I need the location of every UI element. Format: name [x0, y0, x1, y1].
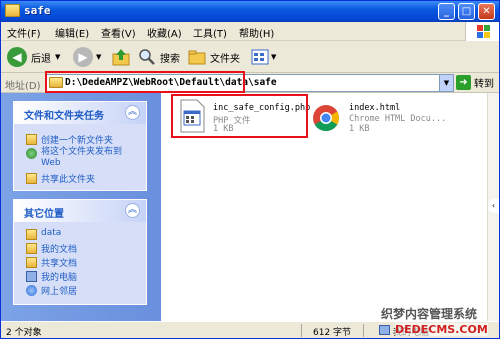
place-shared-documents-label: 共享文档	[41, 259, 78, 269]
forward-arrow-icon: ▶	[73, 47, 93, 67]
computer-icon	[379, 325, 390, 335]
search-button[interactable]: 搜索	[137, 45, 180, 69]
place-my-computer-label: 我的电脑	[41, 273, 78, 283]
menu-tools[interactable]: 工具(T)	[193, 25, 227, 40]
place-data[interactable]: data	[26, 228, 61, 240]
minimize-button[interactable]: _	[438, 3, 455, 20]
views-button[interactable]: ▼	[251, 45, 276, 69]
other-places-header[interactable]: 其它位置 ︽	[14, 200, 146, 222]
watermark-url: DEDECMS.COM	[395, 323, 488, 336]
windows-logo-icon	[465, 22, 499, 41]
menu-view[interactable]: 查看(V)	[101, 25, 136, 40]
file-tasks-header[interactable]: 文件和文件夹任务 ︽	[14, 102, 146, 124]
task-publish-label: 将这个文件夹发布到 Web	[41, 147, 123, 168]
folder-icon	[5, 4, 20, 17]
views-icon	[251, 49, 269, 65]
file-list: inc_safe_config.php PHP 文件 1 KB index.ht…	[161, 93, 487, 321]
title-bar[interactable]: safe _ □ ✕	[1, 1, 499, 22]
place-my-documents[interactable]: 我的文档	[26, 242, 77, 255]
collapse-icon[interactable]: ︽	[125, 105, 140, 120]
status-object-count: 2 个对象	[6, 328, 42, 338]
collapse-icon[interactable]: ︽	[125, 203, 140, 218]
search-icon	[139, 49, 155, 65]
globe-icon	[26, 148, 37, 159]
status-size: 612 字节	[313, 328, 352, 338]
task-share-label: 共享此文件夹	[41, 175, 96, 185]
folders-button[interactable]: 文件夹	[187, 45, 240, 69]
go-button[interactable]: ➜ 转到	[456, 75, 494, 90]
forward-button[interactable]: ▶ ▼	[73, 45, 101, 69]
status-divider	[301, 324, 302, 337]
back-label: 后退	[31, 53, 51, 65]
menu-bar: 文件(F) 编辑(E) 查看(V) 收藏(A) 工具(T) 帮助(H)	[1, 22, 499, 41]
up-folder-icon	[112, 49, 130, 66]
task-new-folder-label: 创建一个新文件夹	[41, 136, 114, 146]
place-data-label: data	[41, 228, 62, 238]
share-folder-icon	[26, 173, 37, 184]
status-divider	[363, 324, 364, 337]
place-my-computer[interactable]: 我的电脑	[26, 270, 77, 283]
window-title: safe	[24, 4, 51, 17]
menu-edit[interactable]: 编辑(E)	[55, 25, 89, 40]
task-publish-web[interactable]: 将这个文件夹发布到 Web	[26, 147, 138, 169]
highlight-address	[45, 71, 245, 93]
watermark-title: 织梦内容管理系统	[381, 307, 478, 321]
chrome-icon	[313, 105, 340, 132]
scroll-arrow-icon[interactable]: ‹	[488, 199, 499, 213]
other-places-panel: 其它位置 ︽ data 我的文档 共享文档 我的电脑 网上邻居	[13, 199, 147, 305]
go-arrow-icon: ➜	[456, 75, 471, 90]
file-type: Chrome HTML Docu...	[349, 114, 447, 124]
menu-file[interactable]: 文件(F)	[7, 25, 41, 40]
task-pane: 文件和文件夹任务 ︽ 创建一个新文件夹 将这个文件夹发布到 Web 共享此文件夹…	[1, 93, 161, 321]
folder-icon	[26, 229, 37, 240]
address-dropdown-icon[interactable]: ▼	[439, 75, 453, 91]
task-share-folder[interactable]: 共享此文件夹	[26, 172, 95, 185]
place-shared-documents[interactable]: 共享文档	[26, 256, 77, 269]
maximize-button[interactable]: □	[458, 3, 475, 20]
address-label: 地址(D)	[5, 81, 41, 92]
close-button[interactable]: ✕	[478, 3, 495, 20]
file-tasks-panel: 文件和文件夹任务 ︽ 创建一个新文件夹 将这个文件夹发布到 Web 共享此文件夹	[13, 101, 147, 191]
go-label: 转到	[474, 79, 494, 90]
menu-favorites[interactable]: 收藏(A)	[147, 25, 182, 40]
shared-folder-icon	[26, 257, 37, 268]
file-tasks-title: 文件和文件夹任务	[24, 111, 104, 122]
file-item-index[interactable]: index.html Chrome HTML Docu... 1 KB	[311, 99, 451, 135]
computer-icon	[26, 271, 37, 282]
place-my-documents-label: 我的文档	[41, 245, 78, 255]
back-button[interactable]: ◀ 后退 ▼	[7, 45, 60, 69]
folders-icon	[188, 50, 206, 65]
other-places-title: 其它位置	[24, 209, 64, 220]
folders-label: 文件夹	[210, 53, 240, 65]
back-arrow-icon: ◀	[7, 47, 27, 67]
task-new-folder[interactable]: 创建一个新文件夹	[26, 133, 113, 146]
highlight-php-file	[171, 94, 308, 138]
menu-help[interactable]: 帮助(H)	[239, 25, 274, 40]
place-network[interactable]: 网上邻居	[26, 284, 77, 297]
dropdown-arrow-icon[interactable]: ▼	[96, 53, 101, 61]
file-name: index.html	[349, 103, 401, 113]
dropdown-arrow-icon[interactable]: ▼	[271, 53, 276, 61]
vertical-scrollbar[interactable]: ‹	[487, 93, 499, 321]
network-icon	[26, 285, 37, 296]
file-size: 1 KB	[349, 124, 370, 134]
toolbar: ◀ 后退 ▼ ▶ ▼ 搜索 文件夹 ▼	[1, 41, 499, 73]
documents-folder-icon	[26, 243, 37, 254]
new-folder-icon	[26, 134, 37, 145]
up-folder-button[interactable]	[111, 45, 131, 69]
place-network-label: 网上邻居	[41, 287, 78, 297]
dropdown-arrow-icon[interactable]: ▼	[55, 53, 60, 61]
search-label: 搜索	[160, 53, 180, 65]
explorer-window: safe _ □ ✕ 文件(F) 编辑(E) 查看(V) 收藏(A) 工具(T)…	[0, 0, 500, 339]
